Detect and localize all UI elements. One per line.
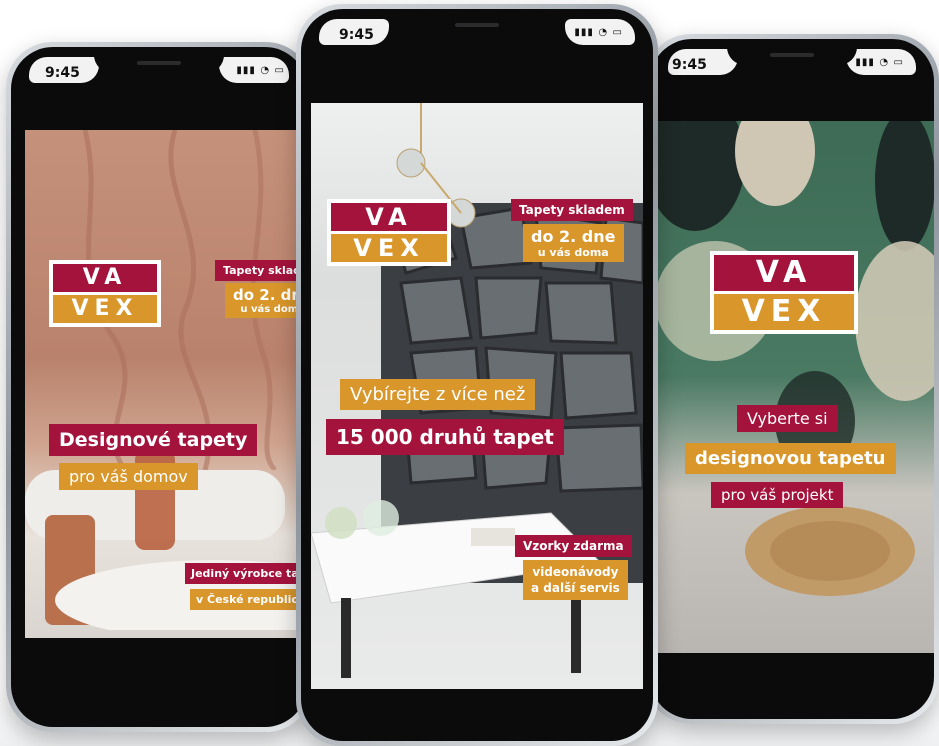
status-bar: 9:45 ▮▮▮ ◔ ▭ bbox=[650, 39, 934, 95]
speaker bbox=[137, 61, 181, 65]
phone-center: 9:45 ▮▮▮ ◔ ▭ VA VEX Tapety skladem do 2.… bbox=[296, 4, 658, 746]
phone-right: 9:45 ▮▮▮ ◔ ▭ VA VEX Vyberte si designovo… bbox=[645, 34, 939, 724]
badge-delivery: do 2. dne u vás doma bbox=[523, 224, 624, 262]
notch bbox=[412, 9, 542, 35]
logo-line2: VEX bbox=[53, 295, 157, 323]
status-time: 9:45 bbox=[339, 27, 374, 43]
status-bar: 9:45 ▮▮▮ ◔ ▭ bbox=[301, 9, 653, 65]
footer-services-line2: a další servis bbox=[531, 581, 620, 595]
notch bbox=[727, 39, 857, 65]
logo-line1: VA bbox=[331, 203, 447, 231]
logo-line1: VA bbox=[714, 255, 854, 291]
footer-services-line1: videonávody bbox=[532, 565, 619, 579]
badge-title: Tapety skladem bbox=[511, 199, 633, 221]
ad-screen-left[interactable]: VA VEX Tapety skladem do 2. dne u vás do… bbox=[25, 130, 307, 638]
vavex-logo: VA VEX bbox=[710, 251, 858, 334]
subline: pro váš domov bbox=[59, 463, 198, 490]
mockup-stage: 9:45 ▮▮▮ ◔ ▭ VA VEX Tapety sklad do 2. d… bbox=[0, 0, 939, 746]
ad-screen-right[interactable]: VA VEX Vyberte si designovou tapetu pro … bbox=[655, 121, 934, 653]
ad-screen-center[interactable]: VA VEX Tapety skladem do 2. dne u vás do… bbox=[311, 103, 643, 689]
logo-line2: VEX bbox=[331, 234, 447, 262]
headline: Designové tapety bbox=[49, 424, 258, 456]
footer-sub: v České republice bbox=[190, 589, 307, 610]
speaker bbox=[455, 23, 499, 27]
signal-wifi-battery-icon: ▮▮▮ ◔ ▭ bbox=[855, 57, 904, 68]
phone-left-body: 9:45 ▮▮▮ ◔ ▭ VA VEX Tapety sklad do 2. d… bbox=[11, 47, 307, 727]
badge-delivery-line2: u vás doma bbox=[537, 246, 609, 259]
status-time: 9:45 bbox=[45, 65, 80, 81]
headline-line2: designovou tapetu bbox=[685, 443, 896, 474]
notch bbox=[94, 47, 224, 73]
headline-line1: Vyberte si bbox=[737, 405, 838, 432]
footer-title: Jediný výrobce tapet bbox=[185, 563, 307, 584]
headline: Vybírejte z více než bbox=[340, 379, 536, 410]
signal-wifi-battery-icon: ▮▮▮ ◔ ▭ bbox=[236, 65, 285, 76]
phone-left: 9:45 ▮▮▮ ◔ ▭ VA VEX Tapety sklad do 2. d… bbox=[6, 42, 312, 732]
logo-line1: VA bbox=[53, 264, 157, 292]
badge-delivery-line1: do 2. dne bbox=[531, 227, 616, 246]
headline-line3: pro váš projekt bbox=[711, 482, 844, 508]
status-bar: 9:45 ▮▮▮ ◔ ▭ bbox=[11, 47, 307, 103]
vavex-logo: VA VEX bbox=[49, 260, 161, 327]
speaker bbox=[770, 53, 814, 57]
badge-title: Tapety skladem bbox=[215, 260, 307, 281]
vavex-logo: VA VEX bbox=[327, 199, 451, 266]
subline: 15 000 druhů tapet bbox=[326, 419, 564, 455]
logo-line2: VEX bbox=[714, 294, 854, 330]
badge-delivery: do 2. dne u vás doma bbox=[225, 283, 307, 318]
status-time: 9:45 bbox=[672, 57, 707, 73]
phone-right-body: 9:45 ▮▮▮ ◔ ▭ VA VEX Vyberte si designovo… bbox=[650, 39, 934, 719]
footer-services: videonávody a další servis bbox=[523, 560, 628, 600]
phone-center-body: 9:45 ▮▮▮ ◔ ▭ VA VEX Tapety skladem do 2.… bbox=[301, 9, 653, 741]
signal-wifi-battery-icon: ▮▮▮ ◔ ▭ bbox=[574, 27, 623, 38]
footer-title: Vzorky zdarma bbox=[515, 535, 632, 557]
